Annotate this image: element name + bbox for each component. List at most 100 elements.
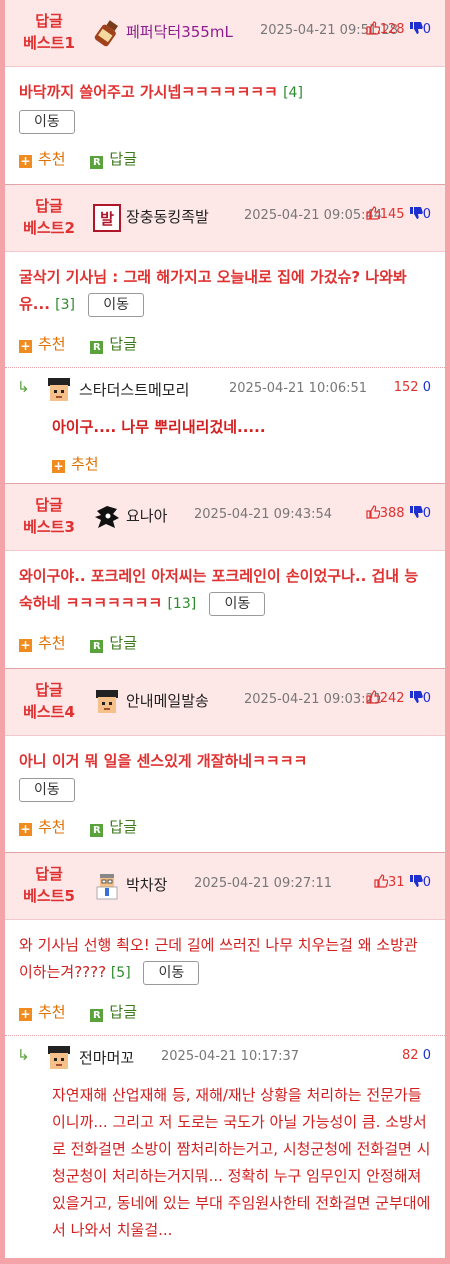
post-body: 바닥까지 쓸어주고 가시넵ㅋㅋㅋㅋㅋㅋㅋ [4] 이동 — [5, 67, 445, 134]
pixel-face-avatar-icon[interactable] — [45, 1044, 73, 1072]
bottle-avatar-icon[interactable] — [93, 19, 121, 47]
pixel-face-avatar-icon[interactable] — [93, 688, 121, 716]
post-date: 2025-04-21 09:05:44 — [244, 208, 383, 223]
post-header: 답글 베스트3 요나아 2025-04-21 09:43:54 388 0 — [5, 484, 445, 551]
reply-count: [3] — [55, 297, 75, 313]
recommend-button[interactable]: +추천 — [19, 142, 66, 176]
author-nickname[interactable]: 안내메일발송 — [126, 690, 209, 711]
recommend-button[interactable]: +추천 — [52, 447, 99, 481]
bal-badge-avatar-icon[interactable]: 발 — [93, 204, 121, 232]
move-button[interactable]: 이동 — [209, 591, 266, 616]
post-body: 굴삭기 기사님 : 그래 해가지고 오늘내로 집에 가겄슈? 나와봐유... [… — [5, 252, 445, 319]
recommend-button[interactable]: +추천 — [19, 327, 66, 361]
downvote-count: 0 — [422, 380, 431, 395]
author-nickname[interactable]: 전마머꼬 — [79, 1047, 134, 1068]
thumbs-down-icon[interactable] — [409, 874, 423, 888]
author-nickname[interactable]: 스타더스트메모리 — [79, 379, 189, 400]
post-body: 와 기사님 선행 쵝오! 근데 길에 쓰러진 나무 치우는걸 왜 소방관이하는겨… — [5, 920, 445, 987]
rank-label: 답글 베스트2 — [23, 197, 75, 237]
plus-icon: + — [19, 638, 32, 652]
move-button[interactable]: 이동 — [19, 777, 75, 802]
upvote-count: 31 — [388, 875, 405, 890]
reply-badge-icon: R — [90, 824, 104, 837]
post-header: 답글 베스트5 박차장 2025-04-21 09:27:11 31 0 — [5, 853, 445, 920]
doctor-avatar-icon[interactable] — [93, 872, 121, 900]
thumbs-up-icon[interactable] — [366, 21, 380, 35]
vote-counts: 31 0 — [374, 874, 431, 890]
thumbs-down-icon[interactable] — [409, 690, 423, 704]
post-header: 답글 베스트2 발 장충동킹족발 2025-04-21 09:05:44 145 … — [5, 185, 445, 252]
upvote-count: 128 — [379, 22, 405, 37]
downvote-count: 0 — [422, 875, 431, 890]
reply-badge-icon: R — [90, 156, 104, 169]
recommend-button[interactable]: +추천 — [52, 1250, 99, 1258]
reply-count: [13] — [167, 596, 197, 612]
reply-count: [4] — [283, 85, 303, 101]
svg-text:발: 발 — [100, 210, 114, 228]
plus-icon: + — [52, 459, 65, 473]
reply-count: [5] — [110, 965, 131, 981]
thumbs-up-icon[interactable] — [374, 874, 389, 888]
reply-button[interactable]: R 답글 — [90, 810, 137, 844]
post-actions: + 추천 R 답글 — [5, 810, 445, 844]
reply-button[interactable]: R 답글 — [90, 995, 137, 1029]
post-body: 와이구야.. 포크레인 아저씨는 포크레인이 손이었구나.. 겁내 능숙하네 ㅋ… — [5, 551, 445, 618]
recommend-button[interactable]: +추천 — [19, 995, 66, 1029]
post-actions: + 추천 R 답글 — [5, 626, 445, 660]
post-date: 2025-04-21 09:27:11 — [194, 876, 333, 891]
best-replies-panel: 답글 베스트1 페퍼닥터355mL 2025-04-21 09:51:28 128… — [5, 0, 445, 1258]
move-button[interactable]: 이동 — [143, 960, 200, 985]
reply-arrow-icon: ↳ — [17, 1046, 30, 1064]
plus-icon: + — [19, 154, 32, 168]
author-nickname[interactable]: 요나아 — [126, 505, 167, 526]
upvote-count: 388 — [379, 506, 405, 521]
post-text: 굴삭기 기사님 : 그래 해가지고 오늘내로 집에 가겄슈? 나와봐유... [… — [19, 264, 431, 319]
reply-button[interactable]: R 답글 — [90, 626, 137, 660]
post-text: 아니 이거 뭐 일을 센스있게 개잘하네ㅋㅋㅋㅋ 이동 — [19, 748, 431, 802]
author-nickname[interactable]: 장충동킹족발 — [126, 206, 209, 227]
reply-button[interactable]: R 답글 — [90, 142, 137, 176]
recommend-button[interactable]: +추천 — [19, 810, 66, 844]
plus-icon: + — [19, 822, 32, 836]
author-nickname[interactable]: 박차장 — [126, 874, 167, 895]
sonic-avatar-icon[interactable] — [93, 503, 121, 531]
reply-arrow-icon: ↳ — [17, 378, 30, 396]
post-body: 아니 이거 뭐 일을 센스있게 개잘하네ㅋㅋㅋㅋ 이동 — [5, 736, 445, 802]
move-button[interactable]: 이동 — [19, 109, 75, 134]
reply-actions: +추천 — [5, 1250, 445, 1258]
reply-date: 2025-04-21 10:06:51 — [229, 381, 368, 396]
recommend-button[interactable]: +추천 — [19, 626, 66, 660]
post-date: 2025-04-21 09:43:54 — [194, 507, 333, 522]
author-nickname[interactable]: 페퍼닥터355mL — [126, 21, 233, 42]
post-text: 바닥까지 쓸어주고 가시넵ㅋㅋㅋㅋㅋㅋㅋ [4] 이동 — [19, 79, 431, 134]
post-date: 2025-04-21 09:03:21 — [244, 692, 383, 707]
upvote-count: 152 — [393, 380, 419, 395]
reply-badge-icon: R — [90, 1009, 104, 1022]
vote-counts: 152 0 — [394, 380, 431, 395]
reply-button[interactable]: R 답글 — [90, 327, 137, 361]
reply-badge-icon: R — [90, 341, 104, 354]
reply-actions: +추천 — [5, 447, 445, 481]
thumbs-down-icon[interactable] — [409, 206, 423, 220]
post-header: 답글 베스트1 페퍼닥터355mL 2025-04-21 09:51:28 128… — [5, 0, 445, 67]
pixel-face-avatar-icon[interactable] — [45, 376, 73, 404]
post-actions: + 추천 R 답글 — [5, 327, 445, 361]
move-button[interactable]: 이동 — [88, 292, 144, 317]
thumbs-down-icon[interactable] — [409, 505, 423, 519]
vote-counts: 128 0 — [366, 21, 431, 37]
thumbs-up-icon[interactable] — [366, 505, 380, 519]
post-text: 와 기사님 선행 쵝오! 근데 길에 쓰러진 나무 치우는걸 왜 소방관이하는겨… — [19, 932, 431, 987]
rank-label: 답글 베스트1 — [23, 12, 75, 52]
post-actions: + 추천 R 답글 — [5, 142, 445, 176]
downvote-count: 0 — [422, 1048, 431, 1063]
rank-label: 답글 베스트3 — [23, 496, 75, 536]
upvote-count: 145 — [379, 207, 405, 222]
reply-text: 자연재해 산업재해 등, 재해/재난 상황을 처리하는 전문가들이니까... 그… — [52, 1086, 431, 1239]
thumbs-up-icon[interactable] — [366, 690, 380, 704]
vote-counts: 145 0 — [366, 206, 431, 222]
reply-text: 아이구.... 나무 뿌리내리겄네..... — [52, 418, 266, 436]
vote-counts: 388 0 — [366, 505, 431, 521]
thumbs-down-icon[interactable] — [409, 21, 423, 35]
plus-icon: + — [19, 339, 32, 353]
thumbs-up-icon[interactable] — [366, 206, 380, 220]
